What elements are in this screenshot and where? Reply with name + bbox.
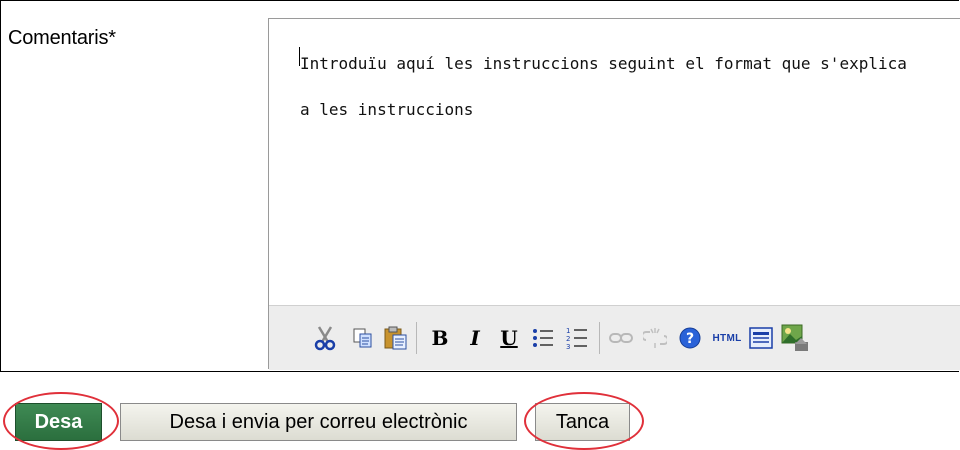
paste-icon[interactable] [382,323,410,353]
svg-text:3: 3 [566,343,570,350]
save-button[interactable]: Desa [15,403,102,441]
editor-line-2: a les instruccions [300,100,474,119]
editor-line-1: Introduïu aquí les instruccions seguint … [300,54,907,73]
underline-icon[interactable]: U [495,323,523,353]
save-and-email-button[interactable]: Desa i envia per correu electrònic [120,403,517,441]
cut-icon[interactable] [311,323,339,353]
template-icon[interactable] [747,323,775,353]
form-divider [0,371,959,372]
copy-icon[interactable] [349,323,377,353]
svg-text:?: ? [686,331,694,347]
toolbar-separator [599,322,600,354]
link-icon[interactable] [607,323,635,353]
bullet-list-icon[interactable] [529,323,557,353]
comments-label: Comentaris* [8,27,116,49]
svg-text:1: 1 [566,327,570,335]
svg-text:2: 2 [566,335,570,343]
numbered-list-icon[interactable]: 1 2 3 [563,323,591,353]
bold-icon[interactable]: B [426,323,454,353]
unlink-icon[interactable] [641,323,669,353]
italic-icon[interactable]: I [461,323,489,353]
comments-editor[interactable]: Introduïu aquí les instruccions seguint … [268,18,960,370]
editor-toolbar: B I U 1 2 3 ? HTML [269,305,960,370]
html-source-icon[interactable]: HTML [710,323,744,353]
editor-content[interactable]: Introduïu aquí les instruccions seguint … [300,41,960,133]
close-button[interactable]: Tanca [535,403,630,441]
image-icon[interactable] [781,323,809,353]
help-icon[interactable]: ? [676,323,704,353]
toolbar-separator [416,322,417,354]
